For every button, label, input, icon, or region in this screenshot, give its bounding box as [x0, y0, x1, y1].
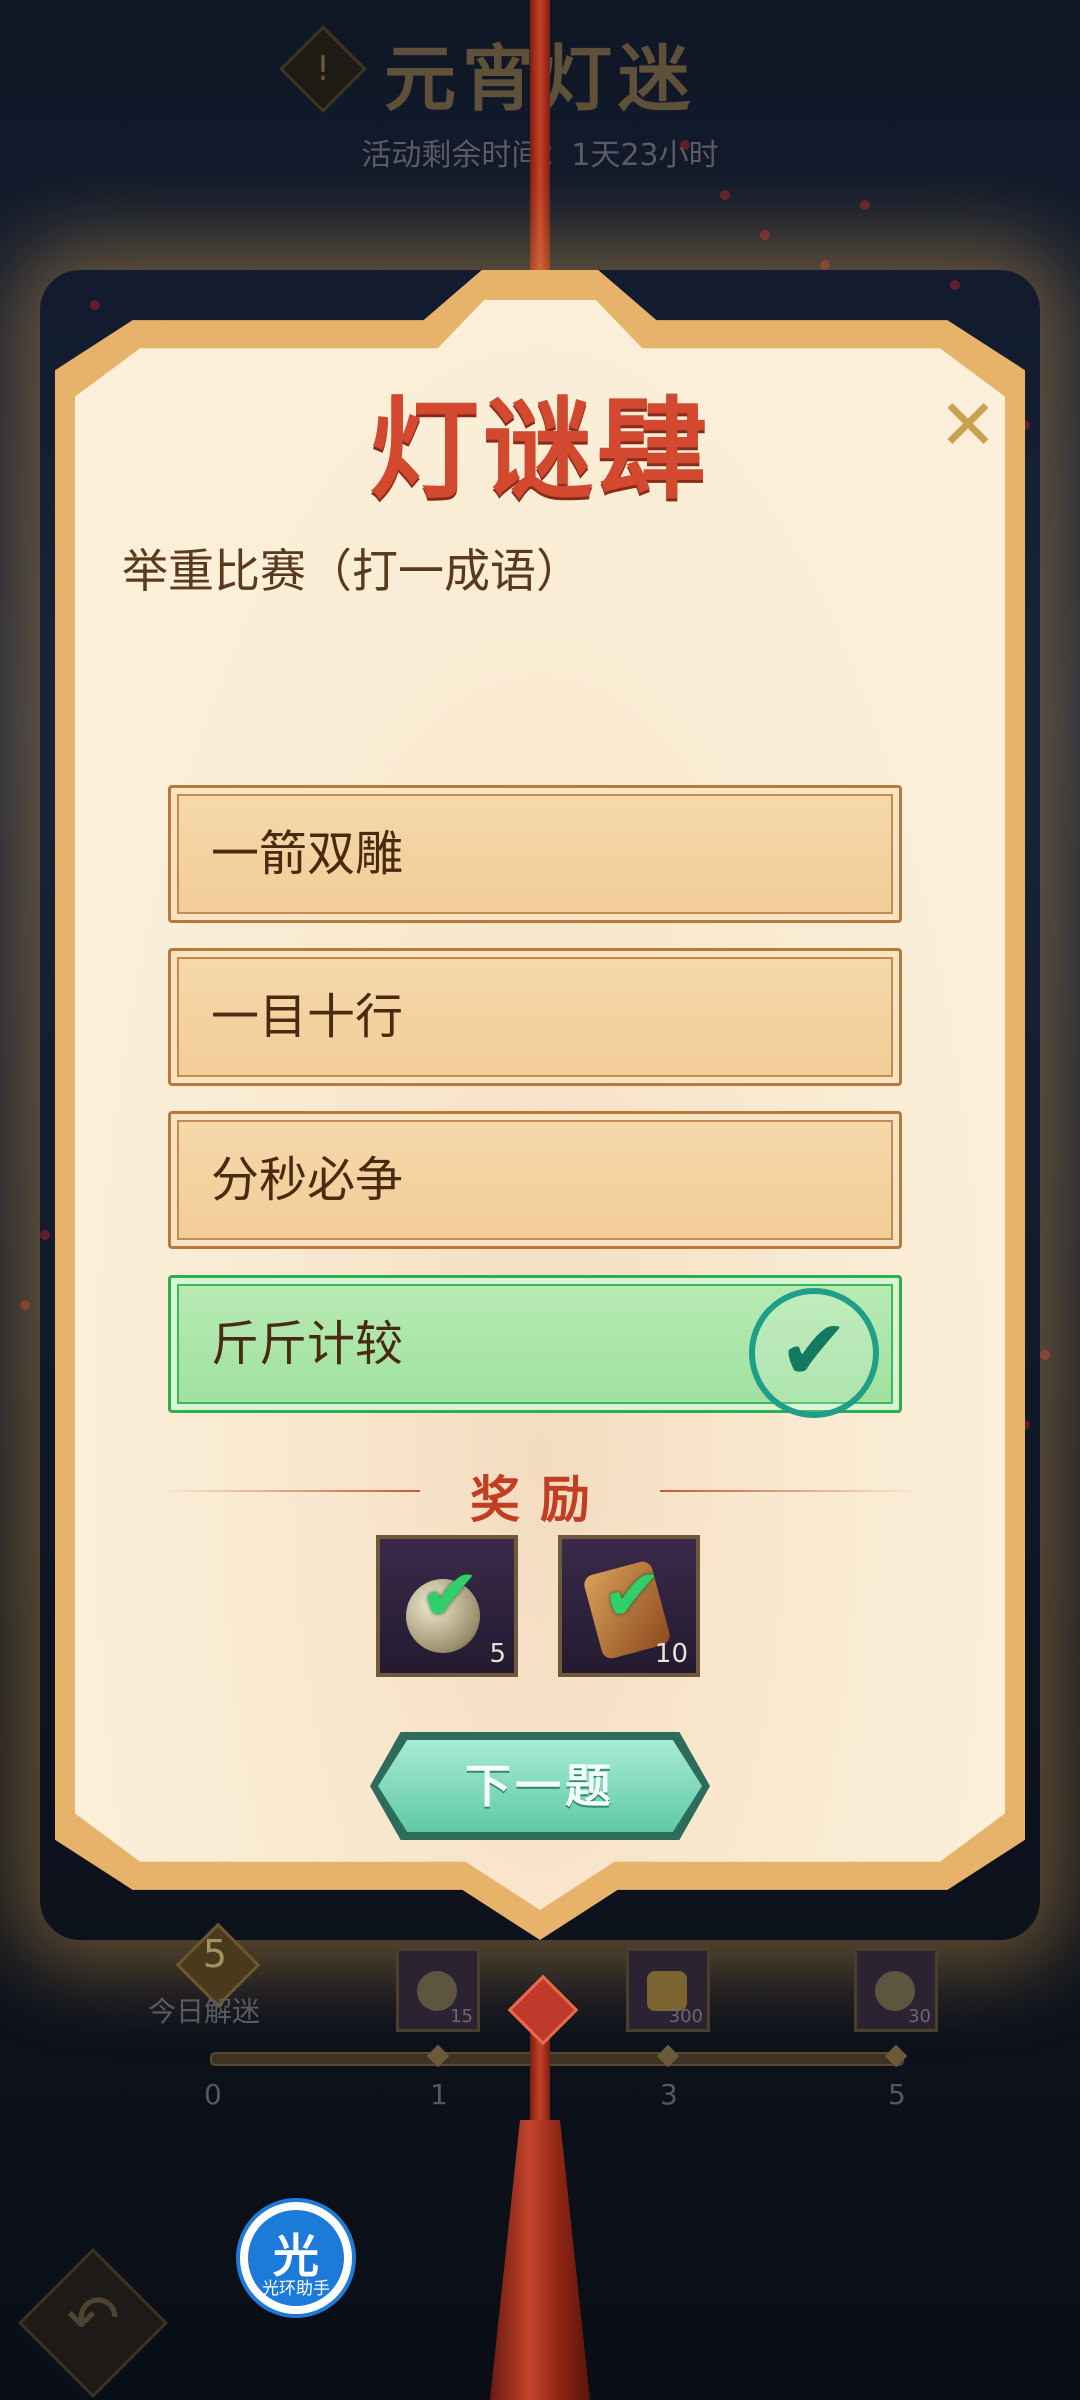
progress-tick-label: 1 [430, 2078, 448, 2111]
milestone-reward-1[interactable]: 15 [396, 1948, 480, 2032]
back-arrow-icon: ↶ [66, 2282, 120, 2356]
answer-label: 一目十行 [211, 989, 404, 1045]
helper-float-button[interactable]: 光 光环助手 [236, 2198, 356, 2318]
milestone-reward-2[interactable]: 300 [626, 1948, 710, 2032]
answer-label: 斤斤计较 [211, 1316, 404, 1372]
orb-item-icon [417, 1971, 457, 2011]
close-button[interactable]: ✕ [938, 390, 998, 460]
answer-option-3[interactable]: 分秒必争 [168, 1111, 902, 1249]
milestone-count: 15 [450, 2006, 473, 2027]
gold-ingot-icon [647, 1971, 687, 2011]
next-question-button[interactable]: 下一题 [378, 1740, 702, 1832]
riddle-number: 灯谜肆 [369, 385, 711, 514]
claimed-check-icon: ✔ [420, 1553, 481, 1637]
progress-tick-label: 3 [660, 2078, 678, 2111]
reward-item-orb[interactable]: ✔ 5 [376, 1535, 518, 1677]
reward-count: 5 [489, 1639, 506, 1669]
reward-item-scroll[interactable]: ✔ 10 [558, 1535, 700, 1677]
answer-option-1[interactable]: 一箭双雕 [168, 785, 902, 923]
answer-label: 分秒必争 [211, 1152, 404, 1208]
answer-label: 一箭双雕 [211, 826, 404, 882]
helper-label: 光环助手 [262, 2279, 330, 2299]
cord-knot [507, 1974, 579, 2046]
correct-check-icon: ✔ [749, 1288, 879, 1418]
reward-count: 10 [654, 1639, 688, 1669]
milestone-count: 300 [668, 2006, 703, 2027]
answer-option-2[interactable]: 一目十行 [168, 948, 902, 1086]
progress-track [210, 2052, 904, 2066]
today-solved-count: 5 [202, 1932, 228, 1976]
claimed-check-icon: ✔ [602, 1553, 663, 1637]
reward-title: 奖励 [470, 1470, 610, 1529]
progress-tick-label: 0 [204, 2078, 222, 2111]
today-solved-label: 今日解迷 [148, 1995, 261, 2028]
lantern-tassel [490, 2120, 590, 2400]
milestone-count: 30 [908, 2006, 931, 2027]
riddle-question: 举重比赛（打一成语） [122, 544, 582, 598]
answer-option-4-correct[interactable]: 斤斤计较 ✔ [168, 1275, 902, 1418]
helper-logo-icon: 光 光环助手 [248, 2210, 344, 2306]
progress-tick-label: 5 [888, 2078, 906, 2111]
milestone-reward-3[interactable]: 30 [854, 1948, 938, 2032]
orb-item-icon [875, 1971, 915, 2011]
